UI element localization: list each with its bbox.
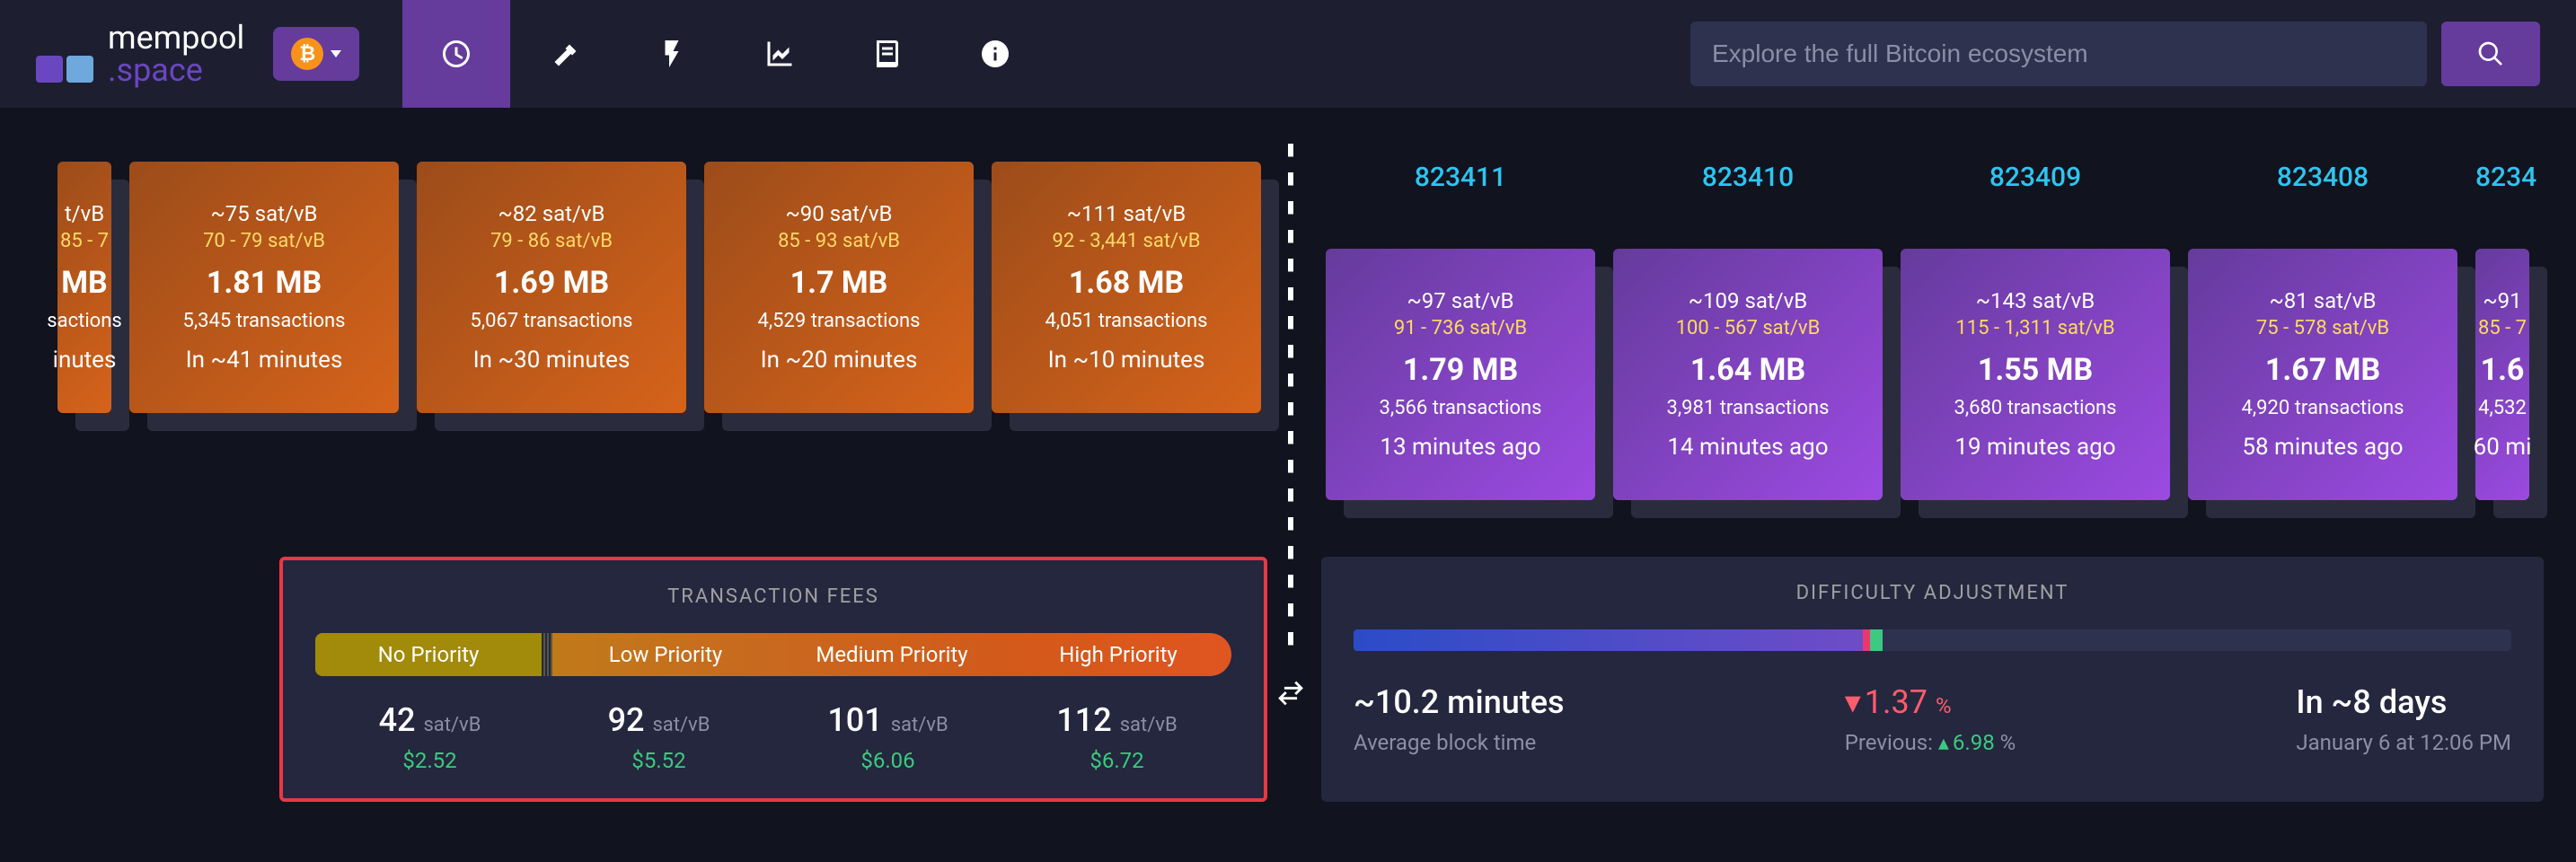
bitcoin-icon: ₿ xyxy=(291,38,323,70)
hammer-icon xyxy=(548,38,580,70)
panel-title: TRANSACTION FEES xyxy=(315,585,1231,608)
mined-block[interactable]: 823408 ~81 sat/vB 75 - 578 sat/vB 1.67 M… xyxy=(2188,162,2457,500)
pending-block-partial[interactable]: t/vB 85 - 7 MB sactions inutes xyxy=(57,162,111,413)
bolt-icon xyxy=(656,38,688,70)
fee-col-no-priority: 42 sat/vB $2.52 xyxy=(315,701,544,773)
network-selector[interactable]: ₿ xyxy=(273,27,359,81)
fee-col-low-priority: 92 sat/vB $5.52 xyxy=(544,701,773,773)
chart-icon xyxy=(763,38,796,70)
logo[interactable]: mempool .space xyxy=(36,22,244,86)
gauge-icon xyxy=(440,38,472,70)
search-icon xyxy=(2476,40,2505,68)
dashboard-tab[interactable] xyxy=(402,0,510,108)
logo-icon xyxy=(36,25,93,83)
difficulty-change: 1.37 % Previous: 6.98 % xyxy=(1845,683,2016,755)
logo-text: mempool .space xyxy=(108,22,244,86)
book-icon xyxy=(871,38,904,70)
mined-block[interactable]: 823409 ~143 sat/vB 115 - 1,311 sat/vB 1.… xyxy=(1901,162,2170,500)
mining-tab[interactable] xyxy=(510,0,618,108)
info-icon xyxy=(979,38,1011,70)
high-priority-header: High Priority xyxy=(1005,633,1231,676)
mined-block-partial[interactable]: 8234 ~91 85 - 7 1.6 4,532 60 mi xyxy=(2475,162,2536,500)
mined-block[interactable]: 823410 ~109 sat/vB 100 - 567 sat/vB 1.64… xyxy=(1613,162,1883,500)
search-input[interactable] xyxy=(1690,22,2427,86)
pending-block[interactable]: ~111 sat/vB 92 - 3,441 sat/vB 1.68 MB 4,… xyxy=(992,162,1261,413)
difficulty-progress-bar xyxy=(1354,629,2511,651)
panel-title: DIFFICULTY ADJUSTMENT xyxy=(1354,582,2511,604)
fee-col-medium-priority: 101 sat/vB $6.06 xyxy=(773,701,1002,773)
docs-tab[interactable] xyxy=(834,0,941,108)
no-priority-header: No Priority xyxy=(315,633,542,676)
lightning-tab[interactable] xyxy=(618,0,726,108)
fee-priority-header: No Priority Low Priority Medium Priority… xyxy=(315,633,1231,676)
next-adjustment: In ~8 days January 6 at 12:06 PM xyxy=(2296,683,2511,755)
pending-block[interactable]: ~82 sat/vB 79 - 86 sat/vB 1.69 MB 5,067 … xyxy=(417,162,686,413)
low-priority-header: Low Priority xyxy=(552,633,779,676)
chevron-down-icon xyxy=(331,50,341,57)
navbar: mempool .space ₿ xyxy=(0,0,2576,108)
avg-block-time: ~10.2 minutes Average block time xyxy=(1354,683,1565,755)
about-tab[interactable] xyxy=(941,0,1049,108)
search-button[interactable] xyxy=(2441,22,2540,86)
difficulty-panel: DIFFICULTY ADJUSTMENT ~10.2 minutes Aver… xyxy=(1321,557,2544,802)
pending-block[interactable]: ~75 sat/vB 70 - 79 sat/vB 1.81 MB 5,345 … xyxy=(129,162,399,413)
fee-col-high-priority: 112 sat/vB $6.72 xyxy=(1002,701,1231,773)
transaction-fees-panel: TRANSACTION FEES No Priority Low Priorit… xyxy=(279,557,1267,802)
mined-block[interactable]: 823411 ~97 sat/vB 91 - 736 sat/vB 1.79 M… xyxy=(1326,162,1595,500)
blocks-strip: t/vB 85 - 7 MB sactions inutes ~75 sat/v… xyxy=(0,108,2576,557)
pending-block[interactable]: ~90 sat/vB 85 - 93 sat/vB 1.7 MB 4,529 t… xyxy=(704,162,974,413)
medium-priority-header: Medium Priority xyxy=(779,633,1005,676)
charts-tab[interactable] xyxy=(726,0,834,108)
swap-icon xyxy=(1275,678,1306,708)
